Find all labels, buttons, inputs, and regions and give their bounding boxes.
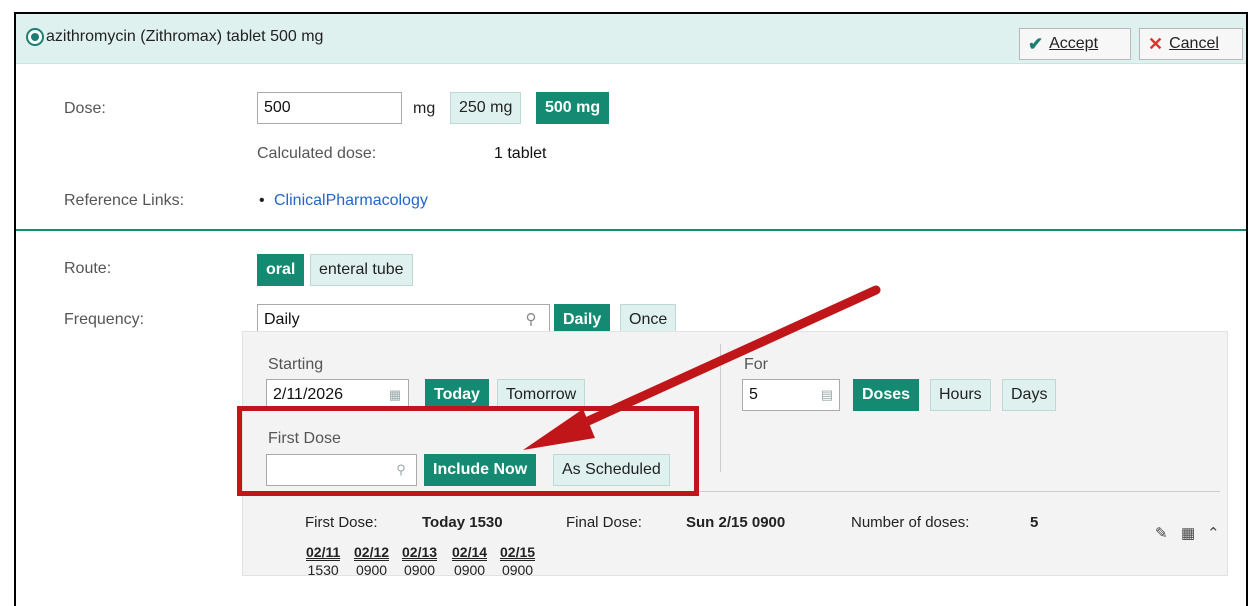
first-dose-summary-value: Today 1530 xyxy=(422,514,503,531)
dose-unit: mg xyxy=(413,100,436,117)
search-icon[interactable]: ⚲ xyxy=(523,312,539,328)
dose-input[interactable]: 500 xyxy=(257,92,402,124)
route-enteral-tube[interactable]: enteral tube xyxy=(310,254,413,286)
for-label: For xyxy=(744,356,768,373)
close-icon: ✕ xyxy=(1148,33,1164,54)
first-dose-summary-label: First Dose: xyxy=(305,514,378,531)
cancel-button[interactable]: ✕ Cancel xyxy=(1139,28,1243,60)
route-label: Route: xyxy=(64,260,112,277)
route-oral[interactable]: oral xyxy=(257,254,305,286)
clinical-pharmacology-link[interactable]: ClinicalPharmacology xyxy=(274,192,428,210)
medication-title: azithromycin (Zithromax) tablet 500 mg xyxy=(46,28,324,45)
selected-radio-icon[interactable] xyxy=(26,28,44,46)
calendar-icon[interactable]: ▦ xyxy=(387,387,403,403)
duration-doses[interactable]: Doses xyxy=(853,379,920,411)
calculated-dose-label: Calculated dose: xyxy=(257,145,377,162)
dose-preset-500[interactable]: 500 mg xyxy=(536,92,610,124)
bullet: • xyxy=(259,192,265,209)
final-dose-summary-value: Sun 2/15 0900 xyxy=(686,514,786,531)
schedule-entry: 02/11 1530 xyxy=(306,544,341,578)
reference-links-label: Reference Links: xyxy=(64,192,185,209)
calculator-icon[interactable]: ▤ xyxy=(819,387,835,403)
calendar-view-icon[interactable]: ▦ xyxy=(1181,524,1195,542)
schedule-entry: 02/12 0900 xyxy=(354,544,390,578)
accept-button[interactable]: ✔ Accept xyxy=(1019,28,1131,60)
section-divider xyxy=(16,229,1246,231)
duration-hours[interactable]: Hours xyxy=(930,379,991,411)
checkmark-icon: ✔ xyxy=(1028,33,1044,54)
duration-days[interactable]: Days xyxy=(1002,379,1057,411)
order-header: azithromycin (Zithromax) tablet 500 mg ✔… xyxy=(16,14,1246,64)
schedule-entry: 02/13 0900 xyxy=(402,544,438,578)
panel-separator xyxy=(720,344,721,472)
dose-count-label: Number of doses: xyxy=(851,514,970,531)
pencil-icon[interactable]: ✎ xyxy=(1155,524,1168,542)
schedule-entry: 02/14 0900 xyxy=(452,544,488,578)
frequency-label: Frequency: xyxy=(64,311,145,328)
dose-preset-250[interactable]: 250 mg xyxy=(450,92,522,124)
starting-label: Starting xyxy=(268,356,324,373)
dose-label: Dose: xyxy=(64,100,106,117)
callout-box xyxy=(237,406,699,496)
final-dose-summary-label: Final Dose: xyxy=(566,514,642,531)
collapse-icon[interactable]: ⌃ xyxy=(1207,524,1220,542)
calculated-dose-value: 1 tablet xyxy=(494,145,547,162)
dose-count-value: 5 xyxy=(1030,514,1039,531)
schedule-entry: 02/15 0900 xyxy=(500,544,536,578)
